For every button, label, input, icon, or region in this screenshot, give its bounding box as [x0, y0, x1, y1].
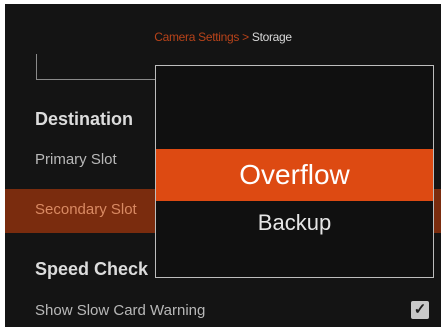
destination-heading: Destination [35, 109, 134, 129]
breadcrumb-path[interactable]: Camera Settings [154, 30, 239, 44]
slow-card-warning-checkbox[interactable]: ✓ [411, 301, 429, 319]
slow-card-warning-row[interactable]: Show Slow Card Warning ✓ [5, 290, 441, 327]
speed-check-heading: Speed Check [35, 259, 149, 279]
breadcrumb-current: Storage [251, 30, 292, 44]
option-overflow[interactable]: Overflow [156, 149, 433, 201]
secondary-slot-label: Secondary Slot [35, 201, 137, 218]
breadcrumb: Camera Settings > Storage [5, 30, 441, 44]
primary-slot-label: Primary Slot [35, 151, 117, 168]
option-backup[interactable]: Backup [156, 203, 433, 243]
check-icon: ✓ [413, 301, 427, 318]
breadcrumb-separator: > [239, 30, 252, 44]
camera-settings-screen: Camera Settings > Storage Destination Pr… [5, 4, 441, 327]
slot-mode-popup: Overflow Backup [155, 65, 434, 278]
slow-card-warning-label: Show Slow Card Warning [35, 302, 206, 319]
